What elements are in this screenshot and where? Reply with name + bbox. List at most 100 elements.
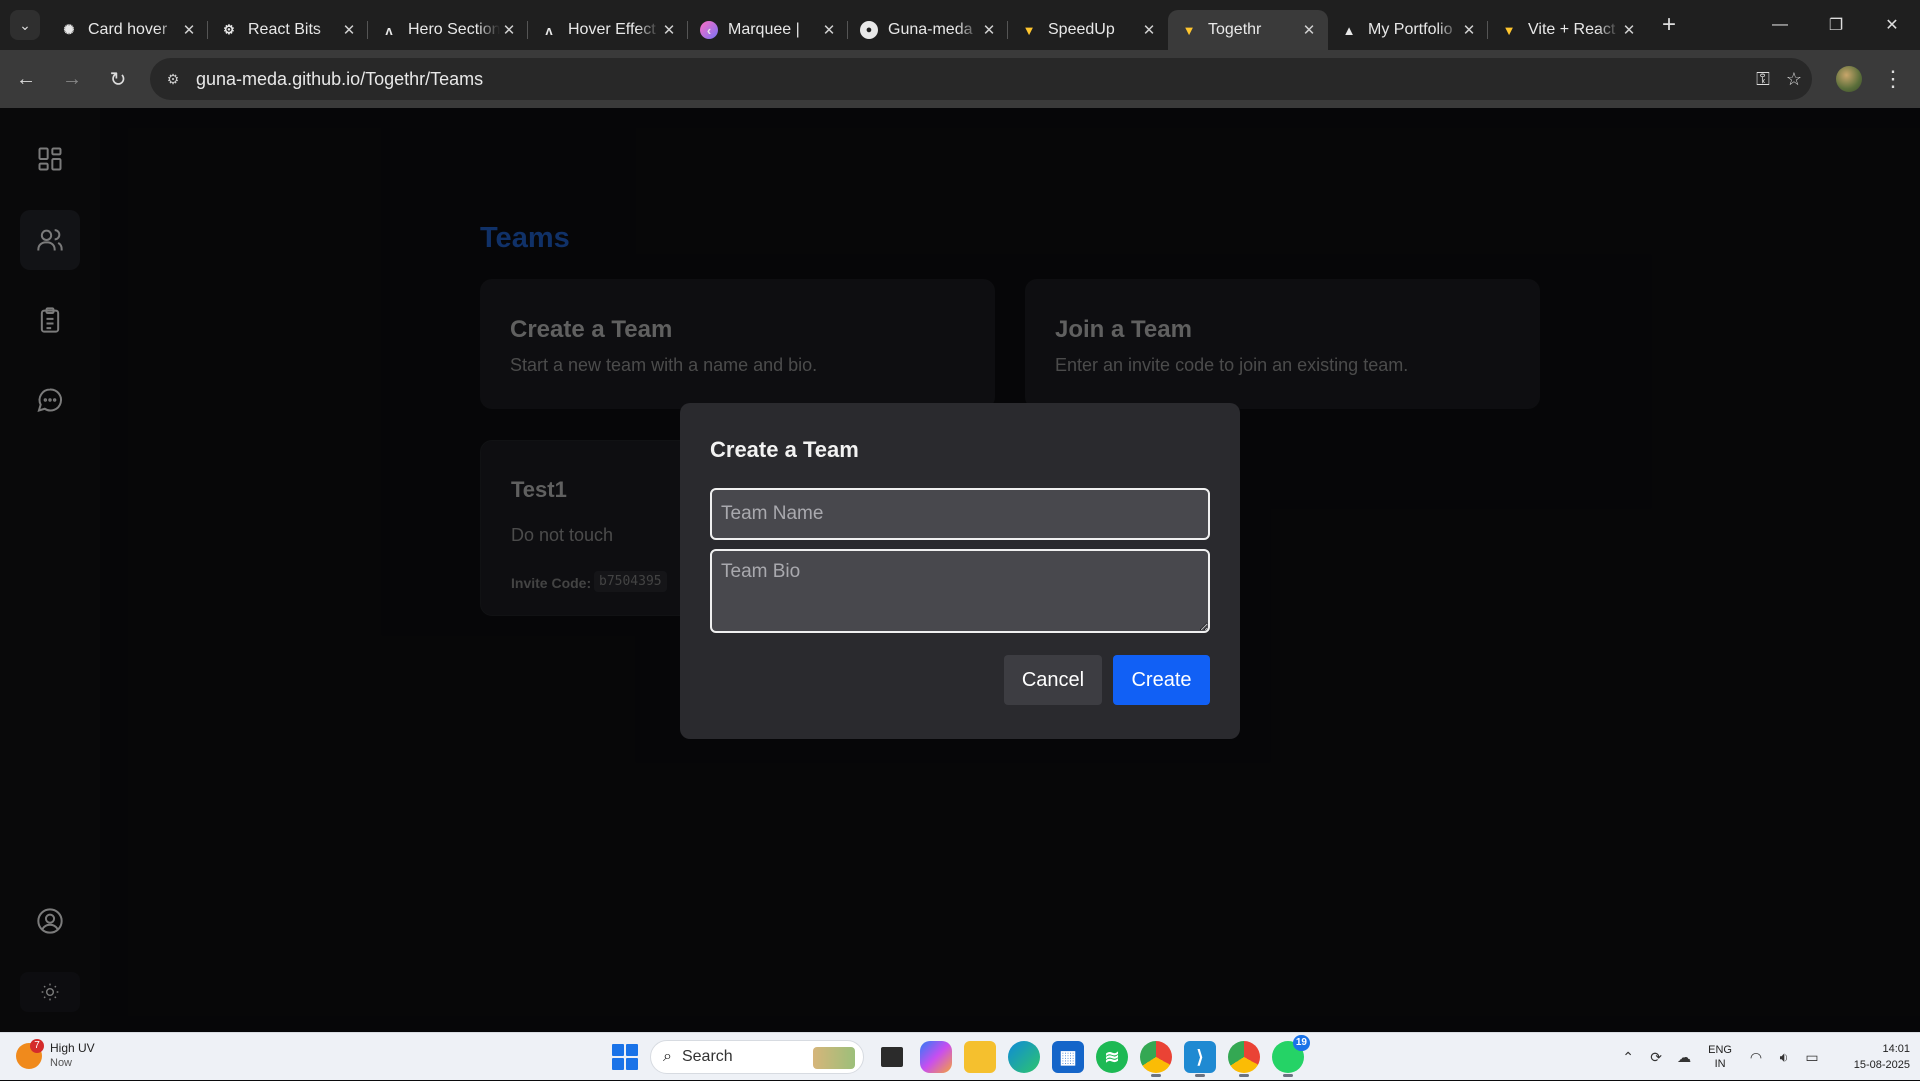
reload-button[interactable]: ↻ — [98, 59, 138, 99]
reload-icon: ↻ — [109, 68, 127, 91]
spotify-icon[interactable]: ≋ — [1096, 1041, 1128, 1073]
vscode-icon[interactable]: ⟩ — [1184, 1041, 1216, 1077]
openai-icon: ✺ — [63, 22, 75, 37]
close-tab-icon[interactable]: ✕ — [820, 21, 838, 39]
close-tab-icon[interactable]: ✕ — [340, 21, 358, 39]
tab-vite-react[interactable]: ▼ Vite + React ✕ — [1488, 10, 1648, 50]
github-icon: ● — [860, 21, 878, 39]
magicui-icon: ‹ — [700, 21, 718, 39]
reactbits-icon: ⚙ — [223, 22, 235, 37]
bookmark-star-icon[interactable]: ☆ — [1786, 69, 1802, 90]
onedrive-icon[interactable]: ☁ — [1670, 1049, 1698, 1066]
minimize-button[interactable]: — — [1752, 0, 1808, 50]
chrome-profile-icon[interactable] — [1228, 1041, 1260, 1077]
search-highlight-image — [813, 1047, 855, 1069]
copilot-icon[interactable] — [920, 1041, 952, 1073]
team-name-input[interactable] — [710, 488, 1210, 540]
taskbar-apps: ⌕ Search ▦ ≋ ⟩ 19 — [612, 1035, 1310, 1077]
vercel-icon: ▲ — [1342, 22, 1356, 38]
windows-start-icon[interactable] — [612, 1044, 638, 1070]
system-tray: ⌃ ⟳ ☁ ENG IN ◠ 🔉︎ ▭ 14:01 15-08-2025 — [1614, 1033, 1920, 1081]
minimize-icon: — — [1772, 16, 1788, 33]
taskbar-search[interactable]: ⌕ Search — [650, 1040, 864, 1074]
tab-search-button[interactable]: ⌄ — [10, 10, 40, 40]
weather-subtitle: Now — [50, 1057, 73, 1069]
profile-avatar[interactable] — [1836, 66, 1862, 92]
taskbar-search-label: Search — [681, 1048, 733, 1065]
tab-card-hover[interactable]: ✺ Card hover ✕ — [48, 10, 208, 50]
close-tab-icon[interactable]: ✕ — [500, 21, 518, 39]
password-key-icon[interactable]: ⚿ — [1756, 69, 1770, 90]
forward-button[interactable]: → — [52, 59, 92, 99]
chevron-down-icon: ⌄ — [19, 16, 31, 33]
aceternity-icon: ʌ — [385, 22, 393, 38]
clock[interactable]: 14:01 15-08-2025 — [1826, 1041, 1910, 1073]
app-viewport: Teams Create a Team Start a new team wit… — [0, 108, 1920, 1032]
close-window-button[interactable]: ✕ — [1864, 0, 1920, 50]
weather-widget[interactable]: 7 High UV Now — [16, 1039, 95, 1071]
arrow-right-icon: → — [62, 67, 82, 90]
tab-hero-section[interactable]: ʌ Hero Section ✕ — [368, 10, 528, 50]
chrome-icon[interactable] — [1140, 1041, 1172, 1077]
tab-my-portfolio[interactable]: ▲ My Portfolio ✕ — [1328, 10, 1488, 50]
new-tab-button[interactable]: + — [1654, 10, 1684, 40]
tab-react-bits[interactable]: ⚙ React Bits ✕ — [208, 10, 368, 50]
team-bio-textarea[interactable] — [710, 549, 1210, 633]
uv-sun-icon: 7 — [16, 1039, 44, 1069]
url-text[interactable]: guna-meda.github.io/Togethr/Teams — [196, 69, 483, 90]
back-button[interactable]: ← — [6, 59, 46, 99]
browser-menu-icon[interactable]: ⋮ — [1882, 64, 1904, 94]
region-code: IN — [1714, 1058, 1726, 1070]
whatsapp-icon[interactable]: 19 — [1272, 1035, 1310, 1077]
microsoft-store-icon[interactable]: ▦ — [1052, 1041, 1084, 1073]
volume-icon[interactable]: 🔉︎ — [1770, 1049, 1798, 1066]
windows-taskbar: 7 High UV Now ⌕ Search ▦ ≋ ⟩ 19 ⌃ ⟳ ☁ EN… — [0, 1032, 1920, 1080]
weather-title: High UV — [50, 1041, 95, 1055]
aceternity-icon: ʌ — [545, 22, 553, 38]
vite-icon: ▼ — [1502, 22, 1516, 38]
language-code: ENG — [1708, 1044, 1732, 1056]
browser-tab-bar: ⌄ ✺ Card hover ✕ ⚙ React Bits ✕ ʌ Hero Sectio… — [0, 0, 1920, 50]
whatsapp-badge: 19 — [1292, 1035, 1310, 1051]
restore-button[interactable]: ❐ — [1808, 0, 1864, 50]
chevron-up-icon[interactable]: ⌃ — [1614, 1049, 1642, 1066]
create-button[interactable]: Create — [1113, 655, 1210, 705]
close-tab-icon[interactable]: ✕ — [660, 21, 678, 39]
tab-strip: ✺ Card hover ✕ ⚙ React Bits ✕ ʌ Hero Section ✕… — [48, 0, 1648, 50]
sync-icon[interactable]: ⟳ — [1642, 1049, 1670, 1066]
clock-time: 14:01 — [1882, 1043, 1910, 1055]
task-view-icon[interactable] — [881, 1047, 903, 1067]
close-tab-icon[interactable]: ✕ — [1460, 21, 1478, 39]
clock-date: 15-08-2025 — [1853, 1059, 1910, 1071]
vite-icon: ▼ — [1022, 22, 1036, 38]
close-tab-icon[interactable]: ✕ — [1620, 21, 1638, 39]
battery-icon[interactable]: ▭ — [1798, 1049, 1826, 1066]
site-info-icon[interactable]: ⚙ — [158, 64, 188, 94]
close-icon: ✕ — [1885, 17, 1899, 34]
address-bar[interactable]: ⚙ guna-meda.github.io/Togethr/Teams ⚿ ☆ — [150, 58, 1812, 100]
tab-marquee[interactable]: ‹ Marquee | ✕ — [688, 10, 848, 50]
weather-badge: 7 — [30, 1039, 44, 1053]
arrow-left-icon: ← — [16, 67, 36, 90]
restore-icon: ❐ — [1828, 17, 1844, 34]
tab-togethr[interactable]: ▼ Togethr ✕ — [1168, 10, 1328, 50]
cancel-button[interactable]: Cancel — [1004, 655, 1102, 705]
file-explorer-icon[interactable] — [964, 1041, 996, 1073]
window-controls: — ❐ ✕ — [1752, 0, 1920, 50]
plus-icon: + — [1661, 11, 1676, 38]
create-team-modal: Create a Team Cancel Create — [680, 403, 1240, 739]
edge-icon[interactable] — [1008, 1041, 1040, 1073]
search-icon: ⌕ — [663, 1048, 672, 1065]
close-tab-icon[interactable]: ✕ — [1300, 21, 1318, 39]
modal-title: Create a Team — [710, 437, 859, 462]
language-indicator[interactable]: ENG IN — [1708, 1043, 1732, 1071]
close-tab-icon[interactable]: ✕ — [1140, 21, 1158, 39]
tab-hover-effect[interactable]: ʌ Hover Effect ✕ — [528, 10, 688, 50]
close-tab-icon[interactable]: ✕ — [980, 21, 998, 39]
tab-github[interactable]: ● Guna-meda ✕ — [848, 10, 1008, 50]
wifi-icon[interactable]: ◠ — [1742, 1049, 1770, 1066]
tab-speedup[interactable]: ▼ SpeedUp ✕ — [1008, 10, 1168, 50]
close-tab-icon[interactable]: ✕ — [180, 21, 198, 39]
vite-icon: ▼ — [1182, 22, 1196, 38]
browser-toolbar: ← → ↻ ⚙ guna-meda.github.io/Togethr/Team… — [0, 50, 1920, 108]
